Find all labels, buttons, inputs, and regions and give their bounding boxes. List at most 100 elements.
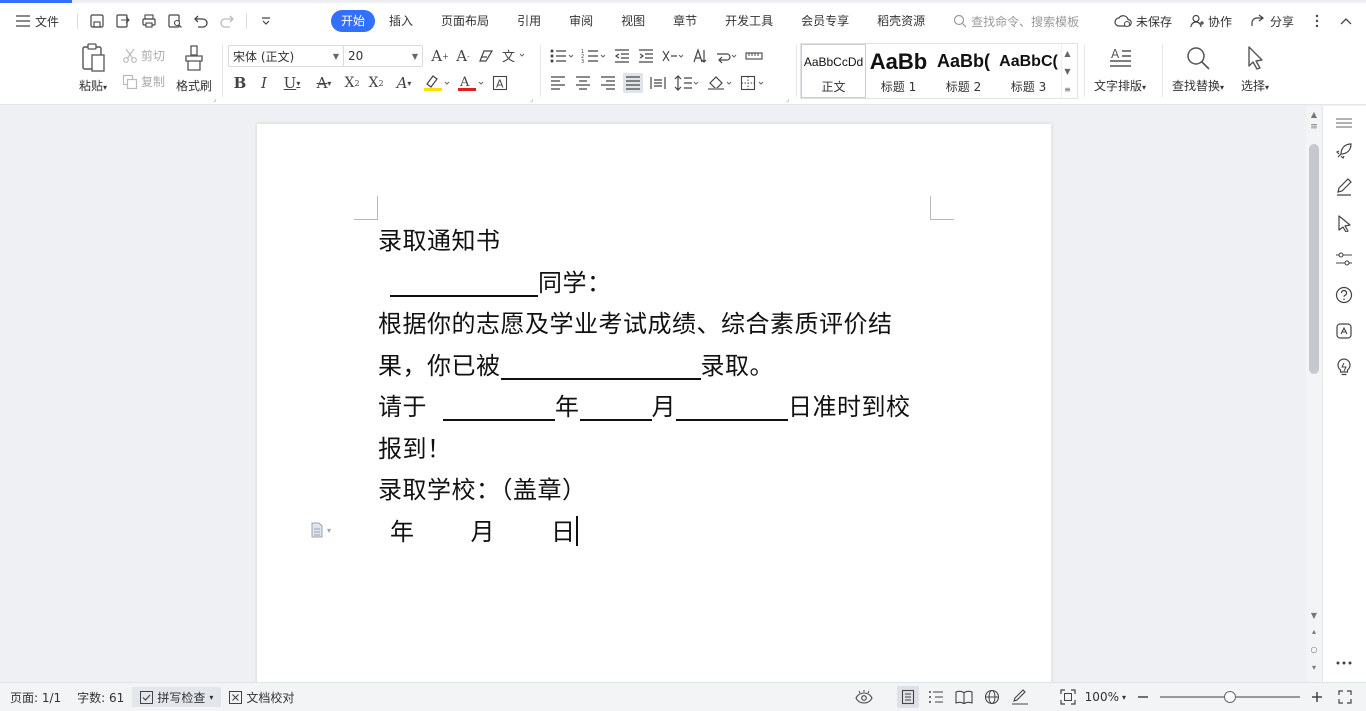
scroll-top-icon[interactable]: ≡	[1306, 122, 1322, 132]
fit-page-icon[interactable]	[1057, 686, 1079, 708]
tab-docer-resources[interactable]: 稻壳资源	[863, 10, 939, 32]
borders-icon[interactable]	[739, 73, 767, 93]
underline-icon[interactable]: U ▾	[278, 73, 306, 93]
font-color-icon[interactable]: A	[456, 73, 486, 93]
page-indicator[interactable]: 页面: 1/1	[0, 689, 69, 706]
pointer-icon[interactable]	[1333, 212, 1355, 234]
customize-toolbar-icon[interactable]	[255, 10, 277, 32]
zoom-slider-knob[interactable]	[1224, 691, 1236, 703]
italic-icon[interactable]: I	[254, 73, 274, 93]
style-heading-1[interactable]: AaBb 标题 1	[866, 44, 931, 98]
paragraph-launcher-icon[interactable]: ⌟	[786, 95, 789, 103]
highlight-color-icon[interactable]	[422, 73, 452, 93]
tab-page-layout[interactable]: 页面布局	[427, 10, 503, 32]
next-page-icon[interactable]: ▾	[1306, 663, 1322, 672]
more-horizontal-icon[interactable]	[1333, 652, 1355, 674]
writing-mode-icon[interactable]	[1009, 686, 1031, 708]
undo-icon[interactable]	[190, 10, 212, 32]
tab-developer[interactable]: 开发工具	[711, 10, 787, 32]
save-icon[interactable]	[86, 10, 108, 32]
increase-font-icon[interactable]: A +	[430, 46, 450, 66]
tab-references[interactable]: 引用	[503, 10, 555, 32]
scrollbar-thumb[interactable]	[1309, 144, 1319, 374]
fullscreen-icon[interactable]	[1334, 686, 1356, 708]
tab-review[interactable]: 审阅	[555, 10, 607, 32]
rocket-icon[interactable]	[1333, 140, 1355, 162]
print-preview-icon[interactable]	[164, 10, 186, 32]
word-count[interactable]: 字数: 61	[69, 689, 132, 706]
subscript-icon[interactable]: X2	[366, 73, 386, 93]
ruler-icon[interactable]	[744, 46, 764, 66]
sliders-icon[interactable]	[1333, 248, 1355, 270]
bold-icon[interactable]: B	[230, 73, 250, 93]
web-view-icon[interactable]	[981, 686, 1003, 708]
prev-page-icon[interactable]: ▴	[1306, 627, 1322, 636]
vertical-scrollbar[interactable]: ▲ ≡ ▼ ▴ ○ ▾	[1306, 106, 1322, 682]
copy-button[interactable]: 复制	[122, 73, 165, 90]
justify-icon[interactable]	[623, 73, 643, 93]
resource-icon[interactable]	[1333, 320, 1355, 342]
style-heading-3[interactable]: AaBbC( 标题 3	[996, 44, 1061, 98]
scroll-up-icon[interactable]: ▲	[1306, 110, 1322, 119]
zoom-out-icon[interactable]	[1132, 686, 1154, 708]
decrease-font-icon[interactable]: A-	[453, 46, 473, 66]
scroll-down-icon[interactable]: ▼	[1306, 611, 1322, 620]
bullet-list-icon[interactable]	[548, 46, 576, 66]
chevron-down-icon[interactable]: ▼	[1064, 67, 1070, 76]
decrease-indent-icon[interactable]	[612, 46, 632, 66]
file-menu[interactable]: 文件	[0, 3, 69, 39]
select-browse-object-icon[interactable]: ○	[1306, 645, 1322, 654]
paste-button[interactable]: 粘贴▾	[78, 43, 108, 94]
align-left-icon[interactable]	[548, 73, 568, 93]
align-center-icon[interactable]	[573, 73, 593, 93]
collapse-ribbon-icon[interactable]	[1340, 17, 1352, 25]
page-view-icon[interactable]	[896, 686, 919, 708]
numbered-list-icon[interactable]: 123	[580, 46, 608, 66]
style-heading-2[interactable]: AaBb( 标题 2	[931, 44, 996, 98]
increase-indent-icon[interactable]	[636, 46, 656, 66]
font-launcher-icon[interactable]: ⌟	[530, 95, 533, 103]
reading-view-icon[interactable]	[953, 686, 975, 708]
zoom-in-icon[interactable]	[1306, 686, 1328, 708]
more-vertical-icon[interactable]	[1312, 14, 1322, 28]
tab-insert[interactable]: 插入	[375, 10, 427, 32]
line-break-icon[interactable]	[714, 46, 740, 66]
align-right-icon[interactable]	[598, 73, 618, 93]
clipboard-launcher-icon[interactable]: ⌟	[213, 95, 216, 103]
strikethrough-icon[interactable]: A ▾	[310, 73, 338, 93]
sort-icon[interactable]	[690, 46, 710, 66]
collaborate-button[interactable]: 协作	[1190, 13, 1232, 30]
print-icon[interactable]	[138, 10, 160, 32]
line-spacing-icon[interactable]	[673, 73, 701, 93]
text-effect-icon[interactable]: A ▾	[390, 73, 418, 93]
tab-member[interactable]: 会员专享	[787, 10, 863, 32]
zoom-slider[interactable]	[1160, 691, 1300, 703]
cut-button[interactable]: 剪切	[122, 47, 165, 64]
tab-chapter[interactable]: 章节	[659, 10, 711, 32]
document-body[interactable]: 录取通知书 同学： 根据你的志愿及学业考试成绩、综合素质评价结 果，你已被 录取。…	[378, 221, 938, 553]
format-painter-button[interactable]: 格式刷	[176, 43, 212, 94]
document-page[interactable]: 录取通知书 同学： 根据你的志愿及学业考试成绩、综合素质评价结 果，你已被 录取。…	[257, 124, 1051, 682]
pen-icon[interactable]	[1333, 176, 1355, 198]
phonetic-guide-icon[interactable]: 文	[499, 46, 527, 66]
chevron-up-icon[interactable]: ▲	[1064, 49, 1070, 58]
superscript-icon[interactable]: X2	[342, 73, 362, 93]
clear-format-icon[interactable]	[476, 46, 496, 66]
share-button[interactable]: 分享	[1250, 13, 1294, 30]
command-search[interactable]: 查找命令、搜索模板	[953, 13, 1079, 30]
text-layout-button[interactable]: A 文字排版▾	[1094, 43, 1146, 94]
chinese-layout-icon[interactable]	[660, 46, 686, 66]
find-replace-button[interactable]: 查找替换▾	[1172, 43, 1224, 94]
select-button[interactable]: 选择▾	[1240, 43, 1270, 94]
expand-gallery-icon[interactable]: ≡	[1064, 85, 1071, 94]
spell-check-button[interactable]: 拼写检查 ▾	[132, 687, 222, 707]
tab-home[interactable]: 开始	[331, 10, 376, 32]
character-border-icon[interactable]: A	[490, 73, 510, 93]
outline-view-icon[interactable]	[925, 686, 947, 708]
shading-icon[interactable]	[706, 73, 734, 93]
zoom-select[interactable]: 100% ▾	[1085, 690, 1126, 704]
lightbulb-icon[interactable]	[1333, 356, 1355, 378]
redo-icon[interactable]	[216, 10, 238, 32]
help-icon[interactable]	[1333, 284, 1355, 306]
panel-toggle-icon[interactable]	[1333, 112, 1355, 134]
